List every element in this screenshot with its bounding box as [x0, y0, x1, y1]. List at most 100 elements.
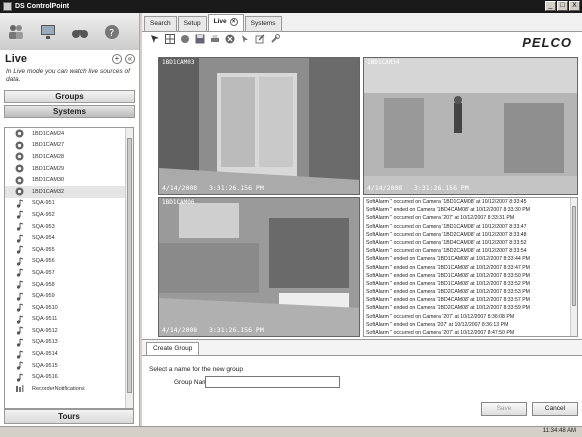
scroll-thumb[interactable]: [572, 206, 576, 306]
wrench-icon[interactable]: [268, 33, 281, 45]
log-entry: SoftAlarm '' ended on Camera '1BD1CAM08'…: [366, 256, 531, 263]
pointer-icon[interactable]: [148, 33, 161, 45]
device-label: SQA-9510: [32, 304, 58, 311]
group-name-input[interactable]: [205, 376, 340, 388]
camera-timestamp: 4/14/2008 3:31:26.156 PM: [162, 326, 264, 334]
device-label: SQA-954: [32, 235, 55, 242]
device-list-item[interactable]: SQA-9512: [5, 325, 133, 337]
tab-create-group[interactable]: Create Group: [146, 342, 200, 355]
camera-view[interactable]: 1BD1CAM06 4/14/2008 3:31:26.156 PM: [158, 197, 360, 337]
device-label: SQA-9516: [32, 374, 58, 381]
print-icon[interactable]: [208, 33, 221, 45]
audio-note-icon: [15, 292, 24, 301]
device-list-item[interactable]: SQA-959: [5, 290, 133, 302]
device-label: 1BD1CAM29: [32, 165, 65, 172]
tours-button[interactable]: Tours: [4, 409, 134, 424]
stop-icon[interactable]: [223, 33, 236, 45]
camera-image: [159, 198, 359, 336]
tab-search[interactable]: Search: [144, 16, 177, 31]
device-list-scrollbar[interactable]: [125, 128, 133, 408]
collapse-panel-icon[interactable]: «: [125, 54, 135, 64]
audio-note-icon: [15, 257, 24, 266]
cursor-select-icon[interactable]: [238, 33, 251, 45]
device-list-item[interactable]: SQA-953: [5, 221, 133, 233]
save-icon[interactable]: [193, 33, 206, 45]
device-list-item[interactable]: 1BD1CAM32: [5, 185, 133, 198]
event-log[interactable]: SoftAlarm '' occurred on Camera '1BD1CAM…: [363, 197, 578, 337]
edit-icon[interactable]: [253, 33, 266, 45]
log-entry: SoftAlarm '' ended on Camera '1BD1CAM08'…: [366, 272, 531, 279]
audio-note-icon: [15, 199, 24, 208]
audio-note-icon: [15, 373, 24, 382]
camera-icon: [15, 152, 24, 161]
log-entry: SoftAlarm '' ended on Camera '1BD1CAM08'…: [366, 280, 531, 287]
tab-live[interactable]: Live ×: [207, 14, 244, 31]
svg-text:?: ?: [109, 28, 114, 39]
audio-note-icon: [15, 268, 24, 278]
camera-image: [159, 58, 359, 194]
event-log-scrollbar[interactable]: [570, 198, 577, 336]
help-icon[interactable]: ?: [102, 22, 122, 42]
binoculars-icon[interactable]: [70, 22, 90, 42]
systems-button[interactable]: Systems: [4, 105, 135, 118]
audio-note-icon: [15, 210, 24, 220]
device-list[interactable]: 1BD1CAM24 1BD1CAM27 1BD1CAM28 1BD1CAM29 1BD1…: [4, 127, 134, 409]
camera-gear-icon[interactable]: [178, 33, 191, 45]
grid-layout-icon[interactable]: [163, 33, 176, 45]
tab-label: Systems: [250, 20, 276, 27]
device-list-item[interactable]: 1BD1CAM29: [5, 163, 133, 175]
audio-note-icon: [15, 280, 24, 289]
tab-systems[interactable]: Systems: [244, 16, 282, 31]
section-description: In Live mode you can watch live sources …: [6, 68, 130, 83]
device-list-item[interactable]: SQA-9515: [5, 360, 133, 372]
device-list-item[interactable]: RecorderNotifications: [5, 383, 133, 395]
log-entry: SoftAlarm '' occurred on Camera '1BD4CAM…: [366, 239, 527, 246]
device-list-item[interactable]: SQA-956: [5, 256, 133, 268]
device-list-item[interactable]: SQA-954: [5, 232, 133, 244]
cancel-button[interactable]: Cancel: [532, 402, 578, 416]
camera-view[interactable]: 1BD1CAM03 4/14/2008 3:31:26.156 PM: [158, 57, 360, 195]
device-list-item[interactable]: SQA-9513: [5, 337, 133, 349]
device-list-item[interactable]: 1BD1CAM30: [5, 174, 133, 186]
save-button[interactable]: Save: [481, 402, 527, 416]
device-list-item[interactable]: SQA-9514: [5, 348, 133, 360]
device-list-item[interactable]: SQA-957: [5, 267, 133, 279]
device-list-item[interactable]: 1BD1CAM28: [5, 151, 133, 163]
device-list-item[interactable]: SQA-958: [5, 279, 133, 291]
close-window-button[interactable]: X: [569, 1, 580, 11]
add-icon[interactable]: +: [112, 54, 122, 64]
device-label: SQA-952: [32, 211, 55, 218]
device-label: SQA-9512: [32, 327, 58, 334]
device-label: 1BD1CAM32: [32, 188, 65, 195]
device-label: 1BD1CAM27: [32, 142, 65, 149]
view-toolbar: [142, 32, 582, 46]
camera-icon: [15, 129, 24, 138]
device-label: 1BD1CAM24: [32, 130, 65, 137]
log-entry: SoftAlarm '' occurred on Camera '207' at…: [366, 330, 515, 336]
tab-setup[interactable]: Setup: [177, 16, 207, 31]
camera-view[interactable]: 1BD1CAM34 4/14/2008 3:31:26.156 PM: [363, 57, 578, 195]
log-entry: SoftAlarm '' occurred on Camera '207' at…: [366, 313, 515, 320]
device-list-item[interactable]: SQA-9510: [5, 302, 133, 314]
device-list-item[interactable]: SQA-9511: [5, 314, 133, 326]
create-group-form: Select a name for the new group Group Na…: [142, 355, 582, 427]
log-entry: SoftAlarm '' occurred on Camera '1BD2CAM…: [366, 248, 527, 255]
maximize-button[interactable]: □: [557, 1, 568, 11]
status-bar: 11:34:48 AM: [0, 426, 582, 437]
device-list-item[interactable]: 1BD1CAM27: [5, 140, 133, 152]
minimize-button[interactable]: _: [545, 1, 556, 11]
device-list-item[interactable]: SQA-951: [5, 198, 133, 210]
device-list-item[interactable]: SQA-952: [5, 209, 133, 221]
users-icon[interactable]: [6, 22, 26, 42]
groups-button[interactable]: Groups: [4, 90, 135, 103]
camera-label: 1BD1CAM03: [162, 59, 195, 66]
window-controls: _ □ X: [545, 1, 580, 11]
device-label: SQA-9511: [32, 316, 58, 323]
audio-note-icon: [15, 326, 24, 335]
device-list-item[interactable]: SQA-955: [5, 244, 133, 256]
close-tab-icon[interactable]: ×: [229, 18, 238, 26]
device-list-item[interactable]: SQA-9516: [5, 371, 133, 383]
monitor-icon[interactable]: [38, 22, 58, 42]
device-list-item[interactable]: 1BD1CAM24: [5, 128, 133, 140]
scroll-thumb[interactable]: [127, 138, 132, 393]
